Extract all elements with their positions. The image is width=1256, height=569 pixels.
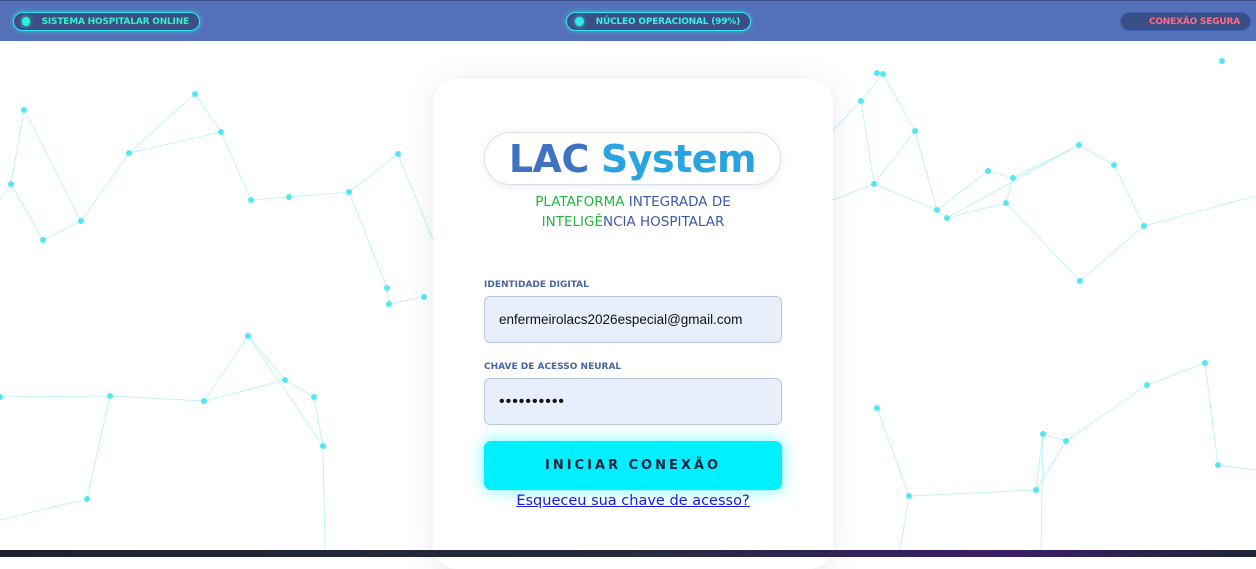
subtitle-line2-rest: NCIA HOSPITALAR (602, 214, 725, 230)
system-status-badge: SISTEMA HOSPITALAR ONLINE (13, 12, 200, 31)
logo-text-lac: LAC (508, 136, 590, 181)
access-key-label: CHAVE DE ACESSO NEURAL (484, 362, 622, 372)
system-status-text: SISTEMA HOSPITALAR ONLINE (41, 16, 190, 27)
subtitle-line2-highlight: INTELIGÊ (541, 214, 603, 230)
start-connection-button[interactable]: INICIAR CONEXÃO (484, 441, 782, 490)
core-status-badge: NÚCLEO OPERACIONAL (99%) (566, 12, 751, 31)
app-logo: LAC System (484, 132, 781, 185)
subtitle-line1-highlight: PLATAFORMA (535, 194, 625, 210)
forgot-key-link[interactable]: Esqueceu sua chave de acesso? (433, 493, 833, 509)
identity-input[interactable] (484, 296, 782, 343)
access-key-input[interactable] (484, 378, 782, 425)
app-subtitle: PLATAFORMA INTEGRADA DE INTELIGÊNCIA HOS… (433, 192, 833, 232)
connection-status-badge: CONEXÃO SEGURA (1120, 12, 1251, 31)
core-status-text: NÚCLEO OPERACIONAL (99%) (595, 16, 741, 27)
status-bar: SISTEMA HOSPITALAR ONLINE NÚCLEO OPERACI… (0, 0, 1256, 41)
forgot-key-text: Esqueceu sua chave de acesso? (516, 493, 750, 509)
login-card: LAC System PLATAFORMA INTEGRADA DE INTEL… (433, 79, 833, 569)
identity-label: IDENTIDADE DIGITAL (484, 280, 589, 290)
status-dot-icon (575, 17, 584, 26)
status-dot-icon (22, 17, 30, 26)
connection-status-text: CONEXÃO SEGURA (1148, 16, 1240, 27)
bottom-strip (0, 550, 1256, 557)
logo-text-system: System (600, 136, 757, 181)
subtitle-line1-rest: INTEGRADA DE (628, 194, 731, 210)
